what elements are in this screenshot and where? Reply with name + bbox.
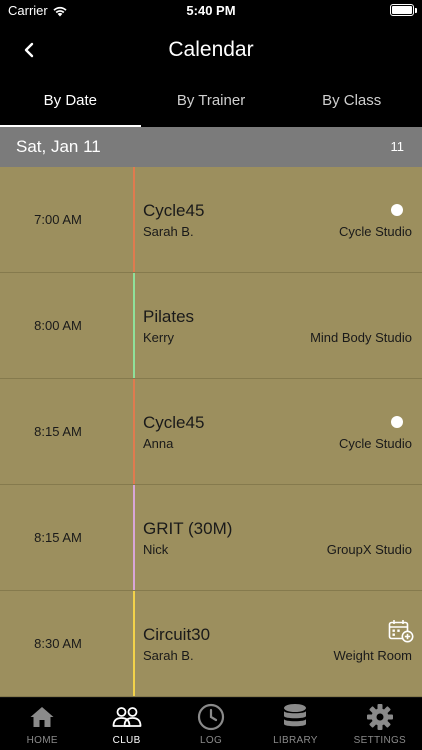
class-room: Weight Room <box>333 648 412 663</box>
tab-by-date[interactable]: By Date <box>0 76 141 127</box>
battery-icon <box>390 4 417 16</box>
status-dot-icon <box>391 204 403 216</box>
class-time: 7:00 AM <box>34 212 82 227</box>
status-time: 5:40 PM <box>186 3 236 18</box>
list-item[interactable]: 8:15 AM GRIT (30M) Nick GroupX Studio <box>0 485 422 591</box>
tabbar-label: LIBRARY <box>273 735 318 746</box>
class-color-bar <box>133 273 135 378</box>
class-list[interactable]: 7:00 AM Cycle45 Sarah B. Cycle Studio 8:… <box>0 167 422 698</box>
class-room: Cycle Studio <box>339 224 412 239</box>
class-name: GRIT (30M) <box>143 519 233 538</box>
tab-by-class[interactable]: By Class <box>281 76 422 127</box>
nav-bar: Calendar <box>0 24 422 76</box>
tabbar-item-settings[interactable]: SETTINGS <box>338 698 422 750</box>
class-color-bar <box>133 485 135 590</box>
class-room: Cycle Studio <box>339 436 412 451</box>
class-trainer: Sarah B. <box>143 224 194 239</box>
class-name: Pilates <box>143 307 195 326</box>
calendar-add-icon[interactable] <box>388 619 414 643</box>
class-trainer: Kerry <box>143 330 175 345</box>
list-item[interactable]: 8:00 AM Pilates Kerry Mind Body Studio <box>0 273 422 379</box>
tabbar-label: SETTINGS <box>353 735 407 746</box>
date-section-header: Sat, Jan 11 11 <box>0 127 422 167</box>
class-time: 8:15 AM <box>34 424 82 439</box>
tabbar-label: LOG <box>200 735 223 746</box>
status-bar: Carrier 5:40 PM <box>0 0 422 24</box>
class-room: GroupX Studio <box>326 542 412 557</box>
database-icon <box>280 702 310 732</box>
class-count-badge: 11 <box>390 139 405 154</box>
class-time: 8:15 AM <box>34 530 82 545</box>
tabbar-item-log[interactable]: LOG <box>169 698 253 750</box>
class-color-bar <box>133 591 135 696</box>
class-name: Cycle45 <box>143 201 205 220</box>
clock-icon <box>196 702 226 732</box>
class-color-bar <box>133 167 135 272</box>
status-dot-icon <box>391 416 403 428</box>
tabbar-item-library[interactable]: LIBRARY <box>253 698 337 750</box>
tabbar-label: CLUB <box>112 735 141 746</box>
club-icon <box>112 702 142 732</box>
list-item[interactable]: 8:15 AM Cycle45 Anna Cycle Studio <box>0 379 422 485</box>
class-time: 8:30 AM <box>34 636 82 651</box>
bottom-tab-bar: HOME CLUB LOG LIBRARY SETTINGS <box>0 697 422 750</box>
class-trainer: Nick <box>143 542 169 557</box>
class-trainer: Sarah B. <box>143 648 194 663</box>
tabbar-label: HOME <box>26 735 58 746</box>
tabbar-item-club[interactable]: CLUB <box>84 698 168 750</box>
class-trainer: Anna <box>143 436 174 451</box>
date-label: Sat, Jan 11 <box>16 137 101 156</box>
page-title: Calendar <box>168 38 254 61</box>
tab-by-trainer[interactable]: By Trainer <box>141 76 282 127</box>
list-item[interactable]: 8:30 AM Circuit30 Sarah B. Weight Room <box>0 591 422 697</box>
class-room: Mind Body Studio <box>310 330 412 345</box>
class-name: Circuit30 <box>143 625 211 644</box>
gear-icon <box>365 702 395 732</box>
list-item[interactable]: 7:00 AM Cycle45 Sarah B. Cycle Studio <box>0 167 422 273</box>
class-name: Cycle45 <box>143 413 205 432</box>
segment-tabs: By Date By Trainer By Class <box>0 76 422 127</box>
class-color-bar <box>133 379 135 484</box>
home-icon <box>27 702 57 732</box>
tabbar-item-home[interactable]: HOME <box>0 698 84 750</box>
class-time: 8:00 AM <box>34 318 82 333</box>
